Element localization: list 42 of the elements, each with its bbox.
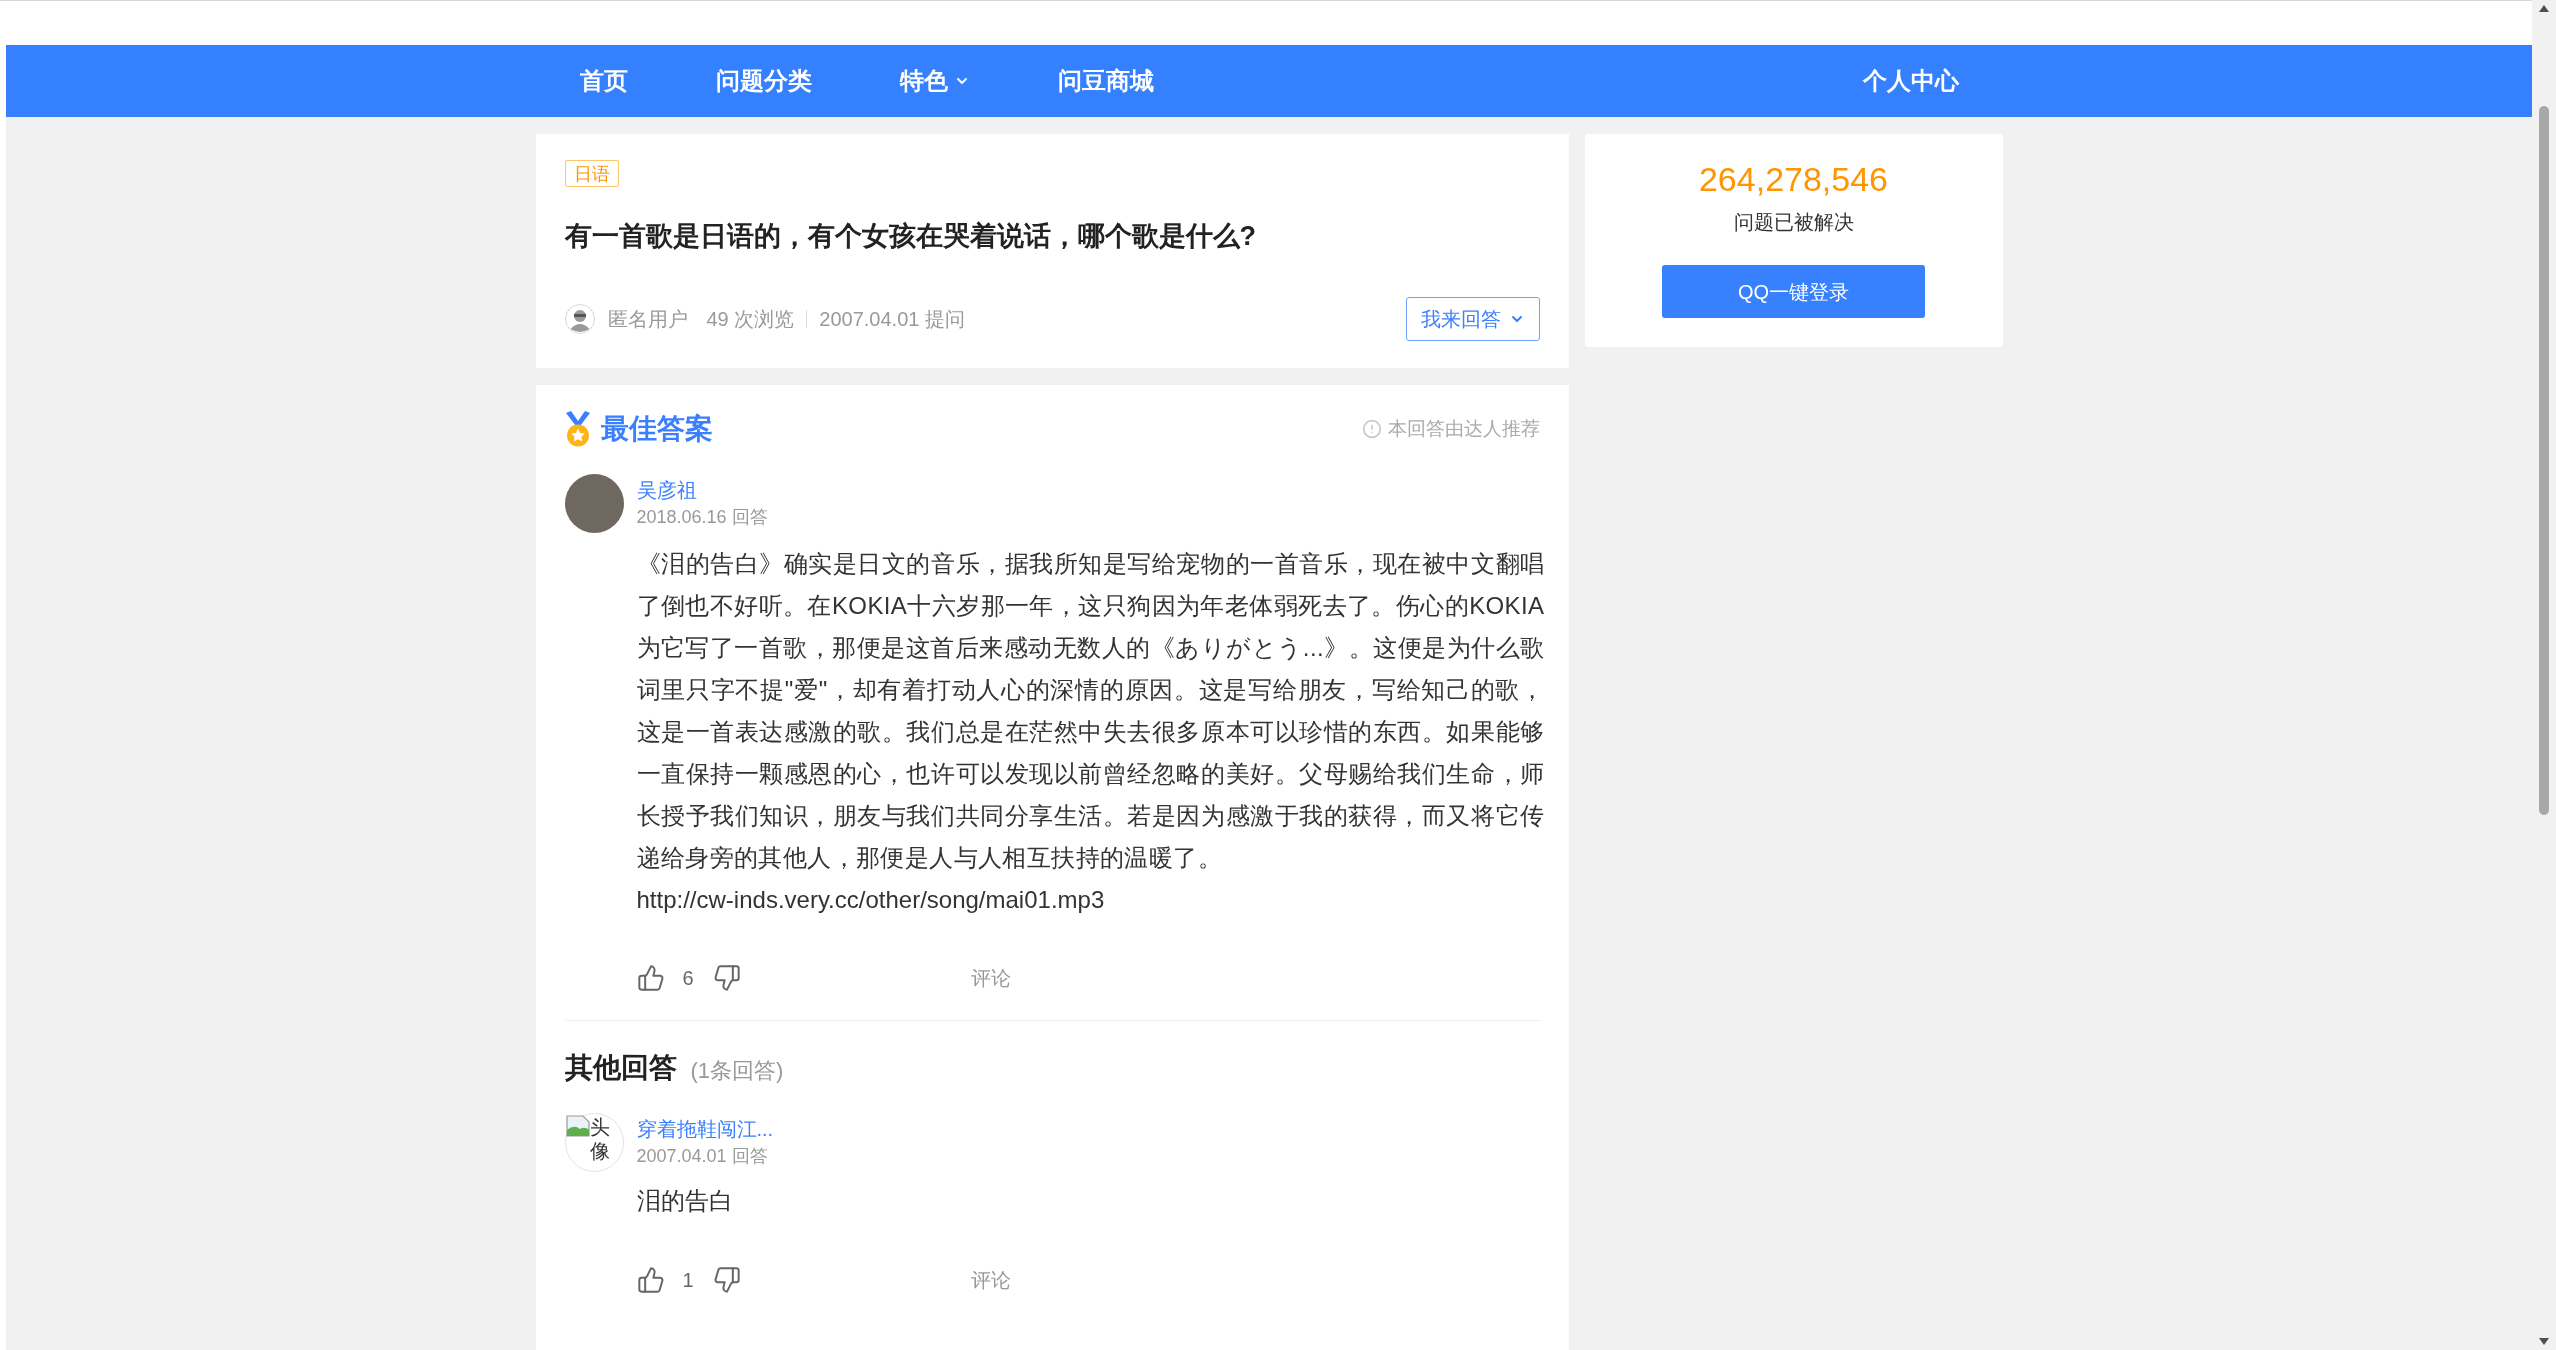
answer-text: 《泪的告白》确实是日文的音乐，据我所知是写给宠物的一首音乐，现在被中文翻唱了倒也不好听。在KOKIA十六岁那一年，这只狗因为年老体弱死去了。伤心的KOKIA为它写了一首歌，那便是这首后来感动无数人的《ありがとう...》。这便是为什么歌词里只字不提"爱"，却有着打动人心的深情的原因。这是写给朋友，写给知己的歌，这是一首表达感激的歌。我们总是在茫然中失去很多原本可以珍惜的东西。如果能够一直保持一颗感恩的心，也许可以发现以前曾经忽略的美好。父母赐给我们生命，师长授予我们知识，朋友与我们共同分享生活。若是因为感激于我的获得，而又将它传递给身旁的其他人，那便是人与人相互扶持的温暖了。 (636, 549, 1545, 873)
best-answer-heading: 最佳答案 (600, 412, 713, 446)
thumbs-up-icon[interactable] (636, 964, 665, 992)
scrollbar[interactable] (2532, 0, 2556, 1350)
recommend-note: 本回答由达人推荐 (1387, 416, 1540, 441)
comment-link[interactable]: 评论 (970, 964, 1011, 992)
audio-link[interactable]: http://cw-inds.very.cc/other/song/mai01.mp3 (636, 879, 1105, 921)
asker-name: 匿名用户 (607, 307, 688, 332)
comment-link[interactable]: 评论 (970, 1266, 1011, 1294)
answer-count: (1条回答) (690, 1056, 784, 1085)
nav-link[interactable]: 首页 (579, 65, 628, 97)
scroll-down-arrow-icon[interactable] (2539, 1338, 2549, 1345)
like-count: 1 (682, 1268, 694, 1293)
view-count: 49 次浏览 (706, 307, 795, 332)
solved-count: 264,278,546 (1698, 159, 1889, 200)
author-name[interactable]: 穿着拖鞋闯江... (636, 1115, 774, 1143)
user-center-link[interactable]: 个人中心 (1862, 65, 1959, 97)
author-name[interactable]: 吴彦祖 (636, 476, 697, 504)
anonymous-avatar-icon (564, 304, 595, 334)
question-title: 有一首歌是日语的，有个女孩在哭着说话，哪个歌是什么? (564, 220, 1256, 253)
info-icon (1361, 419, 1382, 439)
topic-tag[interactable]: 日语 (564, 160, 619, 187)
qq-login-button[interactable]: QQ一键登录 (1662, 265, 1925, 318)
thumbs-up-icon[interactable] (636, 1266, 665, 1294)
asked-date: 2007.04.01 提问 (819, 307, 965, 332)
answer-button[interactable]: 我来回答 (1405, 297, 1540, 341)
nav-menu[interactable]: 特色 (899, 65, 970, 97)
medal-icon (564, 411, 591, 447)
answer-date: 2007.04.01 回答 (636, 1145, 768, 1168)
thumbs-down-icon[interactable] (712, 1266, 741, 1294)
solved-label: 问题已被解决 (1733, 210, 1854, 235)
answer-text: 泪的告白 (636, 1186, 734, 1216)
scroll-up-arrow-icon[interactable] (2539, 5, 2549, 12)
answer-date: 2018.06.16 回答 (636, 506, 768, 529)
avatar-alt-text: 头像 (589, 1115, 610, 1163)
broken-image-icon (565, 1115, 590, 1137)
other-answers-heading: 其他回答 (564, 1051, 677, 1085)
scrollbar-thumb[interactable] (2539, 106, 2549, 815)
like-count: 6 (682, 966, 694, 991)
nav-link[interactable]: 问题分类 (715, 65, 812, 97)
thumbs-down-icon[interactable] (712, 964, 741, 992)
nav-link[interactable]: 问豆商城 (1057, 65, 1154, 97)
